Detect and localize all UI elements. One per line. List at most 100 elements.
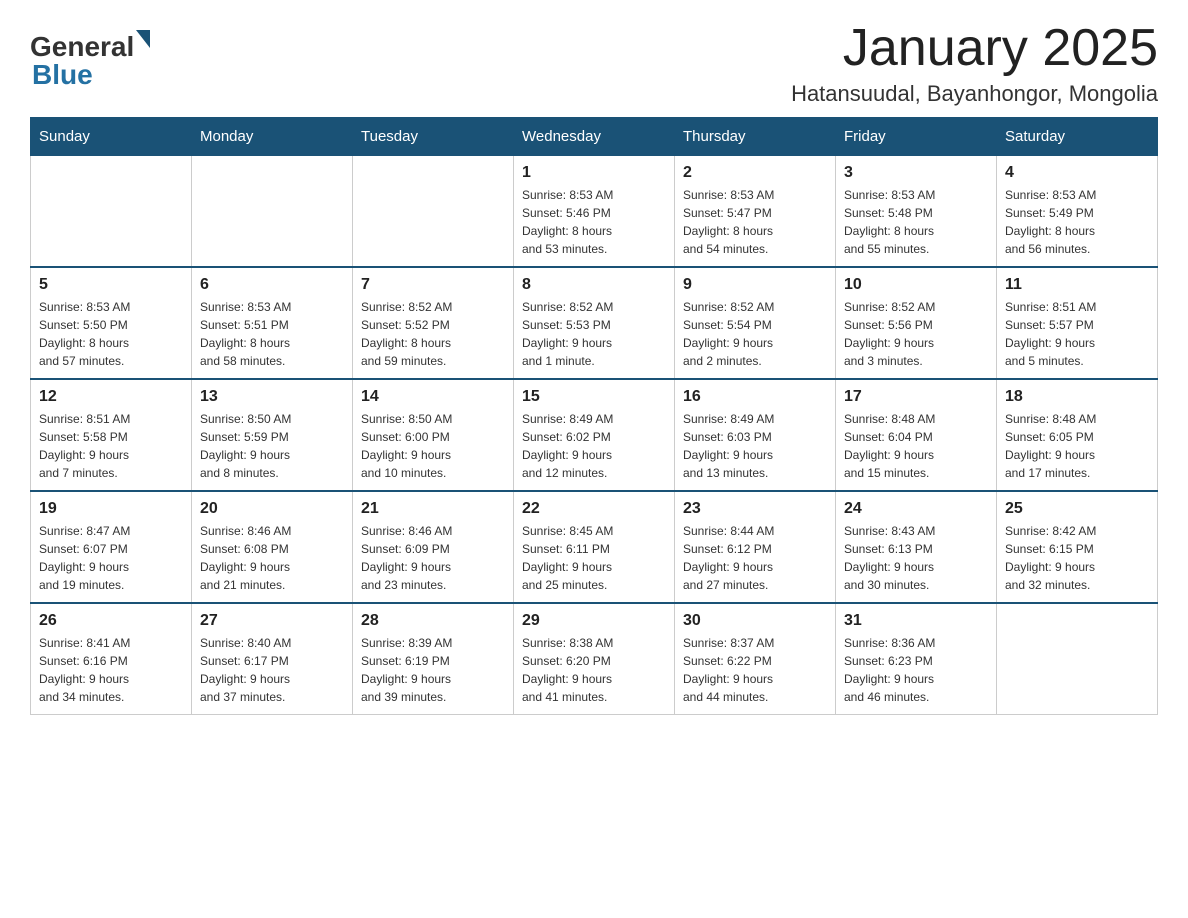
calendar-cell: 13 Sunrise: 8:50 AMSunset: 5:59 PMDayligh… [192, 379, 353, 491]
day-number: 6 [200, 276, 344, 294]
day-info: Sunrise: 8:51 AMSunset: 5:58 PMDaylight:… [39, 410, 183, 482]
day-info: Sunrise: 8:40 AMSunset: 6:17 PMDaylight:… [200, 634, 344, 706]
calendar-cell: 26 Sunrise: 8:41 AMSunset: 6:16 PMDayligh… [31, 603, 192, 715]
day-number: 23 [683, 500, 827, 518]
day-info: Sunrise: 8:41 AMSunset: 6:16 PMDaylight:… [39, 634, 183, 706]
day-info: Sunrise: 8:50 AMSunset: 5:59 PMDaylight:… [200, 410, 344, 482]
day-number: 18 [1005, 388, 1149, 406]
logo: General Blue [30, 30, 150, 91]
day-number: 15 [522, 388, 666, 406]
title-section: January 2025 Hatansuudal, Bayanhongor, M… [791, 20, 1158, 107]
day-info: Sunrise: 8:50 AMSunset: 6:00 PMDaylight:… [361, 410, 505, 482]
calendar-header-sunday: Sunday [31, 118, 192, 156]
calendar-cell: 22Sunrise: 8:45 AMSunset: 6:11 PMDayligh… [514, 491, 675, 603]
day-number: 26 [39, 612, 183, 630]
day-number: 3 [844, 164, 988, 182]
logo-text-blue: Blue [32, 59, 150, 91]
day-info: Sunrise: 8:36 AMSunset: 6:23 PMDaylight:… [844, 634, 988, 706]
day-number: 11 [1005, 276, 1149, 294]
day-info: Sunrise: 8:53 AMSunset: 5:48 PMDaylight:… [844, 186, 988, 258]
logo-arrow-icon [136, 30, 150, 48]
day-info: Sunrise: 8:53 AMSunset: 5:51 PMDaylight:… [200, 298, 344, 370]
calendar-cell: 21 Sunrise: 8:46 AMSunset: 6:09 PMDayligh… [353, 491, 514, 603]
calendar-cell: 28 Sunrise: 8:39 AMSunset: 6:19 PMDayligh… [353, 603, 514, 715]
day-number: 2 [683, 164, 827, 182]
day-number: 16 [683, 388, 827, 406]
day-info: Sunrise: 8:46 AMSunset: 6:09 PMDaylight:… [361, 522, 505, 594]
day-info: Sunrise: 8:44 AMSunset: 6:12 PMDaylight:… [683, 522, 827, 594]
day-number: 29 [522, 612, 666, 630]
calendar-cell: 14 Sunrise: 8:50 AMSunset: 6:00 PMDayligh… [353, 379, 514, 491]
day-number: 7 [361, 276, 505, 294]
calendar-cell: 7 Sunrise: 8:52 AMSunset: 5:52 PMDaylight… [353, 267, 514, 379]
calendar-header-wednesday: Wednesday [514, 118, 675, 156]
day-info: Sunrise: 8:52 AMSunset: 5:52 PMDaylight:… [361, 298, 505, 370]
calendar-week-row: 19 Sunrise: 8:47 AMSunset: 6:07 PMDayligh… [31, 491, 1158, 603]
calendar-cell: 8Sunrise: 8:52 AMSunset: 5:53 PMDaylight… [514, 267, 675, 379]
calendar-cell [31, 156, 192, 268]
day-info: Sunrise: 8:37 AMSunset: 6:22 PMDaylight:… [683, 634, 827, 706]
month-title: January 2025 [791, 20, 1158, 77]
calendar-cell: 25Sunrise: 8:42 AMSunset: 6:15 PMDayligh… [997, 491, 1158, 603]
calendar-cell: 4Sunrise: 8:53 AMSunset: 5:49 PMDaylight… [997, 156, 1158, 268]
day-number: 10 [844, 276, 988, 294]
calendar-cell: 17 Sunrise: 8:48 AMSunset: 6:04 PMDayligh… [836, 379, 997, 491]
day-number: 25 [1005, 500, 1149, 518]
day-info: Sunrise: 8:49 AMSunset: 6:03 PMDaylight:… [683, 410, 827, 482]
calendar-cell: 30 Sunrise: 8:37 AMSunset: 6:22 PMDayligh… [675, 603, 836, 715]
day-number: 13 [200, 388, 344, 406]
day-info: Sunrise: 8:48 AMSunset: 6:04 PMDaylight:… [844, 410, 988, 482]
calendar-cell: 18 Sunrise: 8:48 AMSunset: 6:05 PMDayligh… [997, 379, 1158, 491]
calendar-cell: 10Sunrise: 8:52 AMSunset: 5:56 PMDayligh… [836, 267, 997, 379]
calendar-cell: 11 Sunrise: 8:51 AMSunset: 5:57 PMDayligh… [997, 267, 1158, 379]
calendar-header-saturday: Saturday [997, 118, 1158, 156]
day-info: Sunrise: 8:38 AMSunset: 6:20 PMDaylight:… [522, 634, 666, 706]
calendar-cell: 1 Sunrise: 8:53 AMSunset: 5:46 PMDaylight… [514, 156, 675, 268]
calendar-cell [192, 156, 353, 268]
calendar-cell: 6 Sunrise: 8:53 AMSunset: 5:51 PMDaylight… [192, 267, 353, 379]
day-number: 31 [844, 612, 988, 630]
calendar-week-row: 26 Sunrise: 8:41 AMSunset: 6:16 PMDayligh… [31, 603, 1158, 715]
day-info: Sunrise: 8:53 AMSunset: 5:50 PMDaylight:… [39, 298, 183, 370]
calendar-cell: 16 Sunrise: 8:49 AMSunset: 6:03 PMDayligh… [675, 379, 836, 491]
calendar-cell: 29 Sunrise: 8:38 AMSunset: 6:20 PMDayligh… [514, 603, 675, 715]
calendar-cell: 20Sunrise: 8:46 AMSunset: 6:08 PMDayligh… [192, 491, 353, 603]
location-title: Hatansuudal, Bayanhongor, Mongolia [791, 81, 1158, 107]
day-number: 30 [683, 612, 827, 630]
day-number: 21 [361, 500, 505, 518]
day-info: Sunrise: 8:53 AMSunset: 5:46 PMDaylight:… [522, 186, 666, 258]
day-info: Sunrise: 8:51 AMSunset: 5:57 PMDaylight:… [1005, 298, 1149, 370]
page-header: General Blue January 2025 Hatansuudal, B… [30, 20, 1158, 107]
calendar-week-row: 5Sunrise: 8:53 AMSunset: 5:50 PMDaylight… [31, 267, 1158, 379]
day-number: 14 [361, 388, 505, 406]
day-number: 19 [39, 500, 183, 518]
day-number: 1 [522, 164, 666, 182]
calendar-cell [997, 603, 1158, 715]
calendar-cell: 2 Sunrise: 8:53 AMSunset: 5:47 PMDaylight… [675, 156, 836, 268]
day-info: Sunrise: 8:49 AMSunset: 6:02 PMDaylight:… [522, 410, 666, 482]
day-number: 17 [844, 388, 988, 406]
calendar-cell: 19 Sunrise: 8:47 AMSunset: 6:07 PMDayligh… [31, 491, 192, 603]
calendar-header-row: SundayMondayTuesdayWednesdayThursdayFrid… [31, 118, 1158, 156]
day-info: Sunrise: 8:52 AMSunset: 5:53 PMDaylight:… [522, 298, 666, 370]
calendar-cell: 3 Sunrise: 8:53 AMSunset: 5:48 PMDaylight… [836, 156, 997, 268]
day-number: 24 [844, 500, 988, 518]
calendar-cell: 27 Sunrise: 8:40 AMSunset: 6:17 PMDayligh… [192, 603, 353, 715]
calendar-week-row: 1 Sunrise: 8:53 AMSunset: 5:46 PMDaylight… [31, 156, 1158, 268]
calendar-cell: 9 Sunrise: 8:52 AMSunset: 5:54 PMDaylight… [675, 267, 836, 379]
calendar-cell: 5Sunrise: 8:53 AMSunset: 5:50 PMDaylight… [31, 267, 192, 379]
day-info: Sunrise: 8:39 AMSunset: 6:19 PMDaylight:… [361, 634, 505, 706]
day-number: 28 [361, 612, 505, 630]
day-number: 20 [200, 500, 344, 518]
calendar-cell: 15 Sunrise: 8:49 AMSunset: 6:02 PMDayligh… [514, 379, 675, 491]
day-info: Sunrise: 8:53 AMSunset: 5:47 PMDaylight:… [683, 186, 827, 258]
day-number: 27 [200, 612, 344, 630]
day-number: 9 [683, 276, 827, 294]
day-info: Sunrise: 8:52 AMSunset: 5:54 PMDaylight:… [683, 298, 827, 370]
calendar-week-row: 12Sunrise: 8:51 AMSunset: 5:58 PMDayligh… [31, 379, 1158, 491]
day-info: Sunrise: 8:47 AMSunset: 6:07 PMDaylight:… [39, 522, 183, 594]
calendar-cell: 31 Sunrise: 8:36 AMSunset: 6:23 PMDayligh… [836, 603, 997, 715]
day-info: Sunrise: 8:45 AMSunset: 6:11 PMDaylight:… [522, 522, 666, 594]
day-info: Sunrise: 8:53 AMSunset: 5:49 PMDaylight:… [1005, 186, 1149, 258]
day-info: Sunrise: 8:48 AMSunset: 6:05 PMDaylight:… [1005, 410, 1149, 482]
